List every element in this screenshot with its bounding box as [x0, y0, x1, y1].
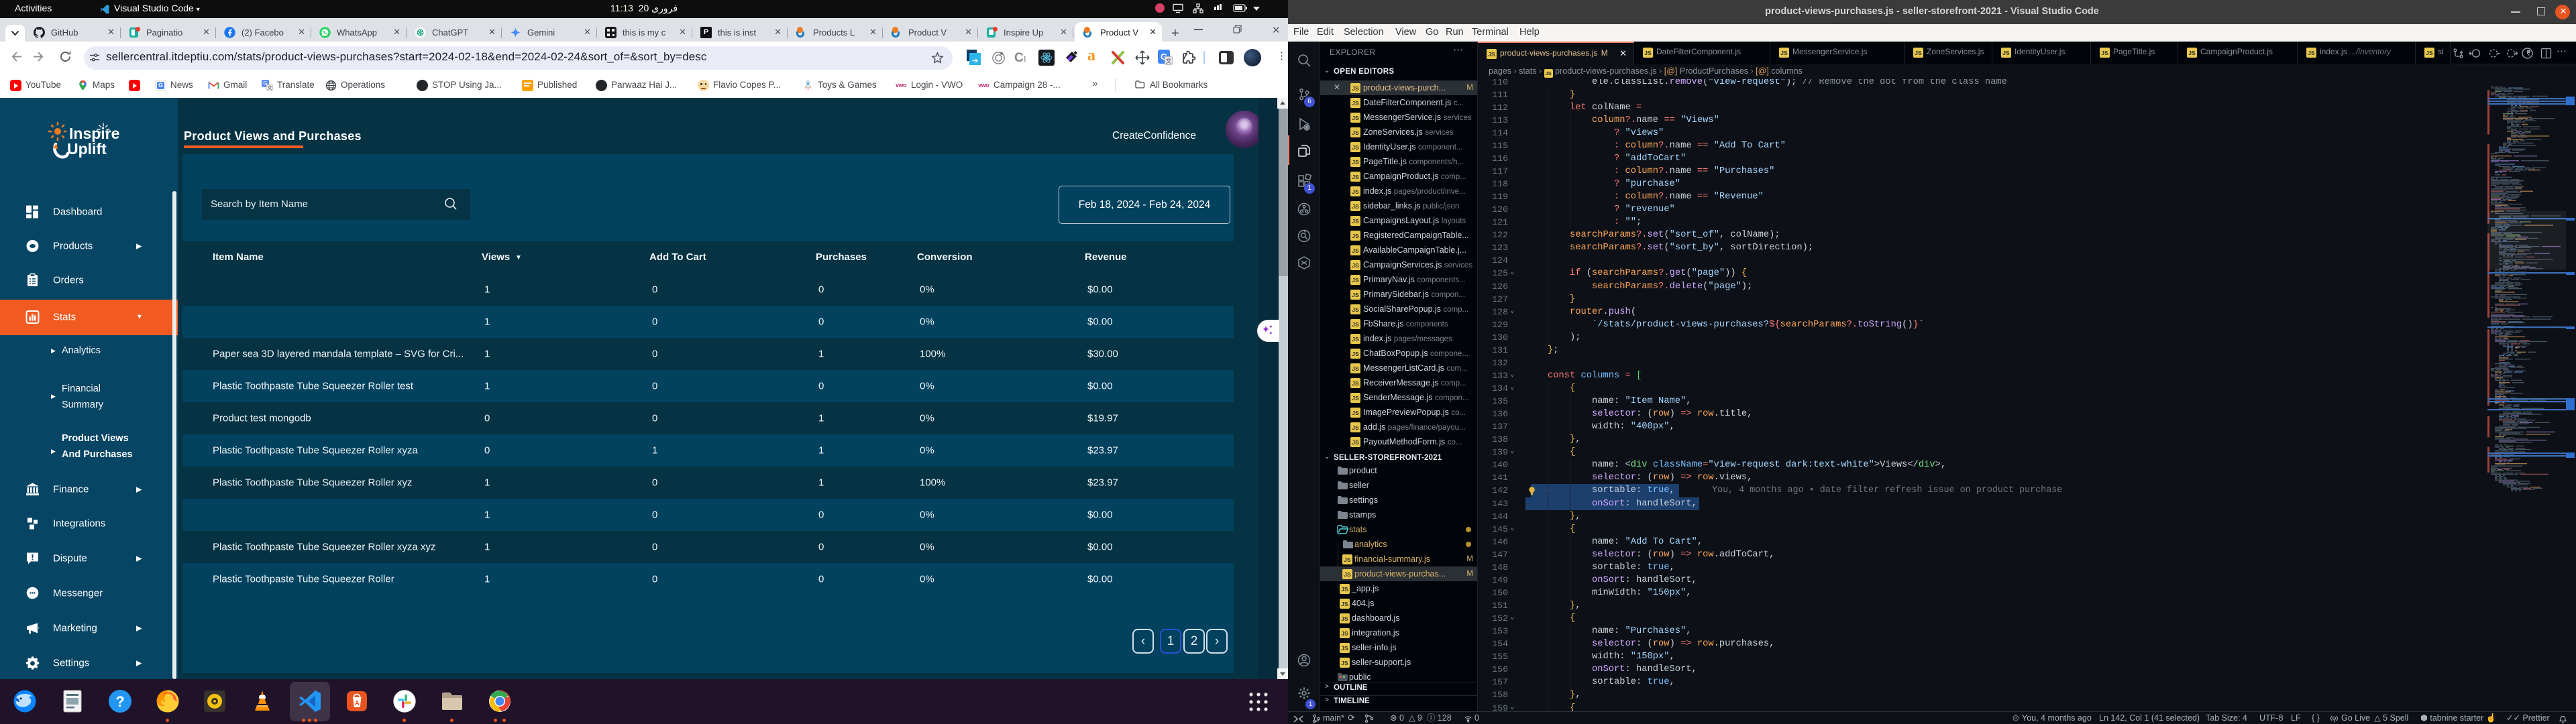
svg-text:Uplift: Uplift — [67, 140, 107, 158]
svg-text:A: A — [355, 700, 360, 707]
svg-text:?: ? — [115, 693, 124, 710]
